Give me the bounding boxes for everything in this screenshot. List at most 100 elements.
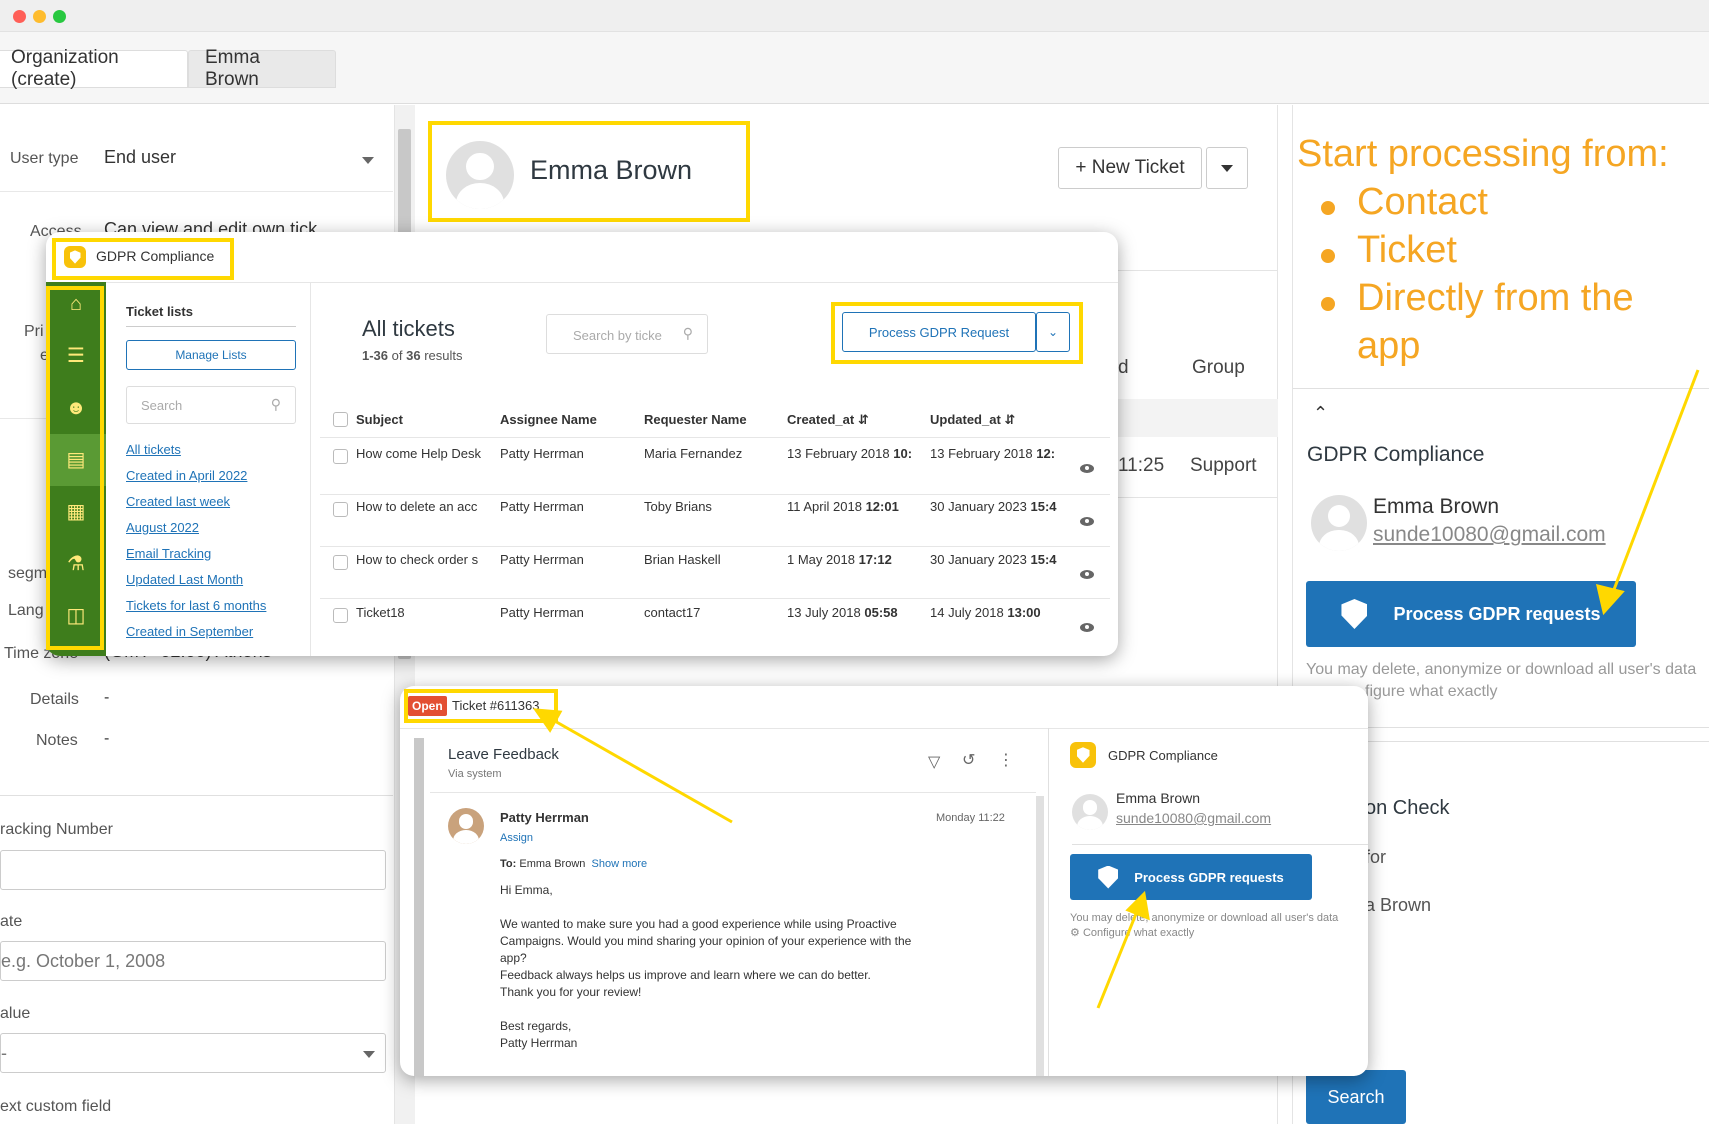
comment-recipient: To: Emma Brown Show more (500, 858, 647, 870)
list-link-email-tracking[interactable]: Email Tracking (126, 546, 211, 561)
list-link-updated-last-month[interactable]: Updated Last Month (126, 572, 243, 587)
ticket-assignee: Patty Herrman (500, 446, 584, 461)
ticket-search-input[interactable]: Search by ticke ⚲ (546, 314, 708, 354)
value-selected: - (1, 1042, 7, 1063)
conversation-scrollbar[interactable] (414, 738, 424, 1076)
divider (46, 282, 1118, 283)
ticket-subject[interactable]: How to delete an acc (356, 499, 490, 514)
column-subject[interactable]: Subject (356, 412, 403, 427)
list-link-april-2022[interactable]: Created in April 2022 (126, 468, 247, 483)
created-date: 13 February 2018 (787, 446, 890, 461)
section-for-label: for (1365, 847, 1387, 867)
column-updated-at[interactable]: Updated_at ⇵ (930, 412, 1015, 428)
new-ticket-button[interactable]: + New Ticket (1058, 147, 1202, 189)
ticket-subject[interactable]: Ticket18 (356, 605, 490, 620)
tab-organization-create[interactable]: Organization (create) (0, 47, 188, 90)
history-icon[interactable]: ↺ (962, 750, 975, 770)
app-title-highlight (52, 238, 234, 280)
gdpr-panel-title: GDPR Compliance (1307, 443, 1485, 466)
user-avatar (1072, 794, 1108, 830)
list-link-last-6-months[interactable]: Tickets for last 6 months (126, 598, 266, 613)
column-created-at[interactable]: Created_at ⇵ (787, 412, 869, 428)
list-search-input[interactable]: Search ⚲ (126, 386, 296, 424)
more-options-icon[interactable]: ⋮ (998, 750, 1014, 770)
created-date: 1 May 2018 (787, 552, 855, 567)
user-name-highlight (428, 121, 750, 222)
user-avatar (1311, 495, 1367, 551)
user-email-link[interactable]: sunde10080@gmail.com (1116, 810, 1271, 826)
new-ticket-dropdown-button[interactable] (1206, 147, 1248, 189)
gdpr-app-popup: GDPR Compliance ⌂ ☰ ☻ ▤ ▦ ⚗ ◫ Ticket lis… (46, 232, 1118, 656)
bullet-icon (1321, 249, 1335, 263)
ticket-requester: Maria Fernandez (644, 446, 743, 461)
comment-body: Hi Emma, We wanted to make sure you had a… (500, 882, 911, 1052)
tabs-bar: Organization (create) Emma Brown (0, 32, 1709, 104)
user-type-label: User type (10, 150, 79, 167)
details-label: Details (30, 691, 79, 708)
view-eye-icon[interactable] (1080, 517, 1094, 526)
notes-value: - (104, 730, 110, 747)
ticket-header-highlight (404, 689, 558, 723)
user-email-link[interactable]: sunde10080@gmail.com (1373, 523, 1606, 547)
ticket-updated: 14 July 2018 13:00 (930, 605, 1068, 620)
row-checkbox[interactable] (333, 449, 348, 464)
manage-lists-button[interactable]: Manage Lists (126, 340, 296, 370)
configure-link[interactable]: figure what exactly (1365, 683, 1498, 701)
filter-icon[interactable]: ▽ (928, 752, 940, 772)
updated-date: 30 January 2023 (930, 499, 1027, 514)
tracking-number-input[interactable] (0, 850, 386, 890)
column-header-group: Group (1192, 357, 1245, 378)
collapse-chevron-icon[interactable]: ⌃ (1313, 403, 1328, 424)
process-gdpr-requests-button[interactable]: Process GDPR requests (1070, 854, 1312, 900)
view-eye-icon[interactable] (1080, 570, 1094, 579)
search-icon: ⚲ (270, 396, 281, 412)
updated-time: 12: (1036, 446, 1056, 461)
ticket-requester: contact17 (644, 605, 701, 620)
row-group: Support (1190, 455, 1257, 476)
date-input[interactable]: e.g. October 1, 2008 (0, 941, 386, 981)
view-eye-icon[interactable] (1080, 623, 1094, 632)
list-link-all-tickets[interactable]: All tickets (126, 442, 181, 457)
divider (320, 546, 1110, 547)
show-more-link[interactable]: Show more (592, 858, 648, 870)
chevron-down-icon (362, 157, 374, 164)
view-eye-icon[interactable] (1080, 464, 1094, 473)
updated-time: 15:4 (1030, 552, 1057, 567)
close-window-icon[interactable] (13, 10, 26, 23)
sort-icon: ⇵ (857, 412, 869, 427)
body-line: We wanted to make sure you had a good ex… (500, 917, 897, 931)
select-all-checkbox[interactable] (333, 412, 348, 427)
body-line: Thank you for your review! (500, 985, 642, 999)
process-gdpr-requests-button[interactable]: Process GDPR requests (1306, 581, 1636, 647)
gear-icon: ⚙ (1070, 927, 1080, 939)
list-link-september[interactable]: Created in September (126, 624, 253, 639)
annotation-bullet-ticket: Ticket (1357, 229, 1457, 271)
created-time: 12:01 (865, 499, 899, 514)
button-label: Process GDPR requests (1134, 869, 1284, 885)
column-requester[interactable]: Requester Name (644, 412, 747, 427)
tab-label: Organization (create) (11, 47, 119, 90)
configure-link[interactable]: ⚙ Configure what exactly (1070, 926, 1194, 939)
body-line: Campaigns. Would you mind sharing your o… (500, 934, 912, 948)
comment-scrollbar[interactable] (1036, 796, 1044, 1076)
tab-label: Emma Brown (205, 47, 260, 90)
row-checkbox[interactable] (333, 502, 348, 517)
ticket-view-popup: Open Ticket #611363 Leave Feedback Via s… (400, 686, 1368, 1076)
column-assignee[interactable]: Assignee Name (500, 412, 597, 427)
tab-emma-brown[interactable]: Emma Brown (188, 47, 336, 90)
list-link-august-2022[interactable]: August 2022 (126, 520, 199, 535)
list-link-last-week[interactable]: Created last week (126, 494, 230, 509)
row-checkbox[interactable] (333, 608, 348, 623)
ticket-subject[interactable]: How to check order s (356, 552, 490, 567)
user-type-select[interactable]: End user (104, 147, 176, 168)
search-button[interactable]: Search (1306, 1070, 1406, 1124)
ticket-subject[interactable]: How come Help Desk (356, 446, 490, 461)
row-checkbox[interactable] (333, 555, 348, 570)
agent-avatar (448, 808, 484, 844)
maximize-window-icon[interactable] (53, 10, 66, 23)
window-titlebar (0, 0, 1709, 32)
assign-link[interactable]: Assign (500, 832, 533, 844)
ticket-assignee: Patty Herrman (500, 499, 584, 514)
minimize-window-icon[interactable] (33, 10, 46, 23)
value-select[interactable]: - (0, 1033, 386, 1073)
